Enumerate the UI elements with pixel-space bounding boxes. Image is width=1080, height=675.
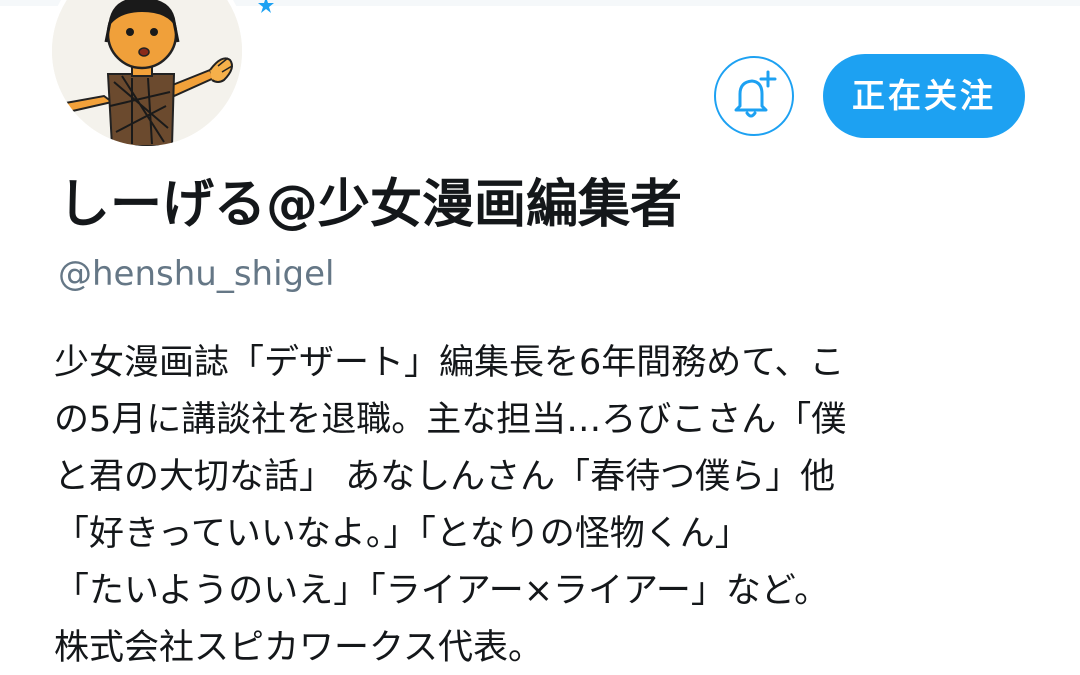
user-handle[interactable]: @henshu_shigel (58, 248, 334, 300)
display-name: しーげる@少女漫画編集者 (58, 175, 683, 235)
profile-bio: 少女漫画誌「デザート」編集長を6年間務めて、こ の5月に講談社を退職。主な担当…… (54, 335, 1074, 675)
bio-line: と君の大切な話」 あなしんさん「春待つ僕ら」他 (54, 457, 836, 497)
following-button[interactable]: 正在关注 (823, 54, 1025, 138)
bio-line: 少女漫画誌「デザート」編集長を6年間務めて、こ (54, 343, 845, 383)
profile-page: 正在关注 しーげる@少女漫画編集者 @henshu_shigel 少女漫画誌「デ… (0, 0, 1080, 675)
bio-line: の5月に講談社を退職。主な担当…ろびこさん「僕 (54, 400, 847, 440)
notifications-button[interactable] (714, 56, 794, 136)
bio-line: 「たいようのいえ」「ライアー×ライアー」など。 (54, 571, 830, 611)
bio-line: 株式会社スピカワークス代表。 (54, 628, 543, 668)
star-icon (258, 0, 274, 13)
avatar[interactable] (52, 0, 242, 146)
bio-line: 「好きっていいなよ。」「となりの怪物くん」 (54, 514, 750, 554)
bell-plus-icon (734, 70, 777, 118)
avatar-drawing (52, 0, 242, 146)
